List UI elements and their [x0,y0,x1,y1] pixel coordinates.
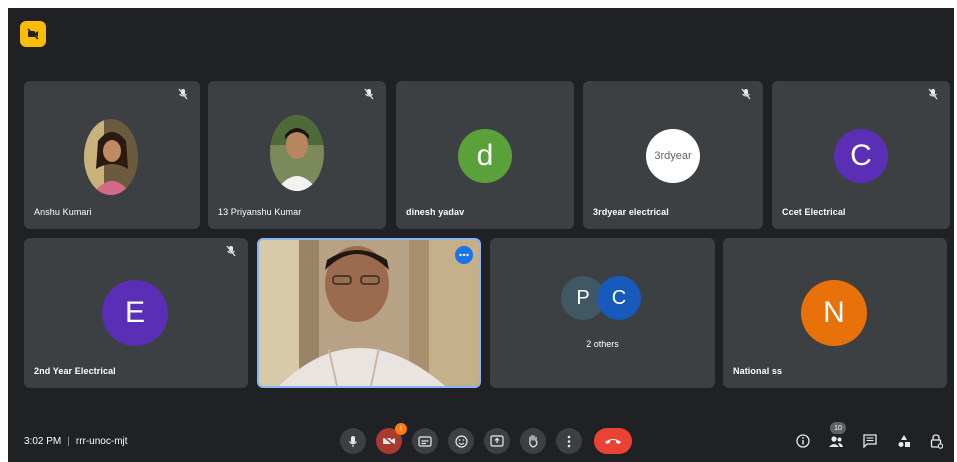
participant-name: Ccet Electrical [782,207,846,217]
people-icon [829,435,843,447]
camera-off-badge[interactable] [20,21,46,47]
activities-icon [898,435,910,447]
camera-toggle-button[interactable]: ! [376,423,407,454]
participant-letter-avatar: N [801,280,867,346]
present-button[interactable] [484,428,510,454]
present-icon [490,435,504,447]
participant-tile[interactable]: 3rdyear 3rdyear electrical [583,81,763,229]
people-button[interactable]: 10 [827,422,846,450]
mic-off-icon [926,87,940,101]
more-options-button[interactable] [556,428,582,454]
chat-button[interactable] [861,432,879,450]
warning-badge: ! [395,423,407,435]
bottom-control-bar: 3:02 PM | rrr-unoc-mjt ! 10 [8,418,954,462]
reactions-button[interactable] [448,428,474,454]
participant-text-avatar: 3rdyear [646,129,700,183]
chat-icon [863,434,877,448]
participant-name: 13 Priyanshu Kumar [218,207,302,217]
participant-name: National ss [733,366,783,376]
separator: | [67,436,70,447]
mic-off-icon [224,244,238,258]
meet-window: Anshu Kumari 13 Priyanshu Kumar d dinesh… [8,8,954,462]
mic-off-icon [362,87,376,101]
participant-tile[interactable]: N National ss [723,238,947,388]
info-icon [796,434,810,448]
participant-letter-avatar: d [458,129,512,183]
meeting-details-button[interactable] [794,432,812,450]
people-count-badge: 10 [830,422,846,434]
participant-letter-avatar: C [834,129,888,183]
mic-icon [349,435,357,447]
current-time: 3:02 PM [24,436,62,447]
raise-hand-icon [529,434,538,448]
participant-name: 2nd Year Electrical [34,366,116,376]
participant-photo-avatar [84,119,138,195]
host-controls-button[interactable] [927,432,945,450]
others-count-label: 2 others [586,339,619,349]
emoji-icon [454,434,468,448]
meeting-info: 3:02 PM | rrr-unoc-mjt [24,436,128,447]
meeting-code: rrr-unoc-mjt [75,436,128,447]
participant-letter-avatar: E [102,280,168,346]
active-speaker-video-tile[interactable] [257,238,481,388]
participant-letter-avatar: C [597,276,641,320]
raise-hand-button[interactable] [520,428,546,454]
tile-more-options-button[interactable] [455,246,473,264]
mic-button[interactable] [340,428,366,454]
participant-name: dinesh yadav [406,207,465,217]
participant-name: 3rdyear electrical [593,207,669,217]
host-controls-icon [930,433,943,449]
participant-tile[interactable]: Anshu Kumari [24,81,200,229]
mic-off-icon [739,87,753,101]
end-call-icon [605,439,621,444]
more-vertical-icon [567,435,571,447]
participant-photo-avatar [270,115,324,191]
video-feed [259,240,479,386]
participant-name: Anshu Kumari [34,207,92,217]
participant-tile[interactable]: E 2nd Year Electrical [24,238,248,388]
others-tile[interactable]: P C 2 others [490,238,715,388]
mic-off-icon [176,87,190,101]
participant-tile[interactable]: 13 Priyanshu Kumar [208,81,386,229]
captions-button[interactable] [412,428,438,454]
participant-tile[interactable]: C Ccet Electrical [772,81,950,229]
leave-call-button[interactable] [594,428,632,454]
captions-icon [418,435,432,447]
more-horizontal-icon [459,253,469,257]
camera-off-icon [382,435,396,447]
camera-off-icon [27,28,39,40]
activities-button[interactable] [895,432,913,450]
participant-tile[interactable]: d dinesh yadav [396,81,574,229]
